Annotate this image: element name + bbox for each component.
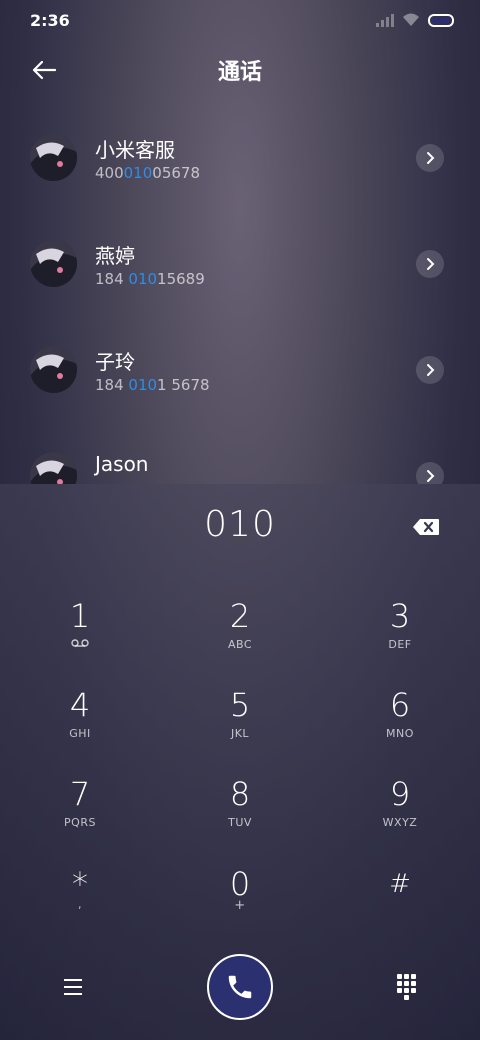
wifi-icon xyxy=(403,13,419,26)
key-4[interactable]: 4 GHI xyxy=(20,685,140,765)
contact-item[interactable]: 燕婷 184 01015689 xyxy=(0,210,480,316)
chevron-right-icon xyxy=(427,364,435,376)
key-7[interactable]: 7 PQRS xyxy=(20,774,140,854)
battery-icon xyxy=(428,13,454,27)
menu-icon xyxy=(64,979,82,981)
key-5[interactable]: 5 JKL xyxy=(180,685,300,765)
status-bar: 2:36 xyxy=(0,0,480,40)
menu-button[interactable] xyxy=(56,972,90,1002)
contact-number: 40001005678 xyxy=(95,164,200,182)
voicemail-icon xyxy=(71,639,89,647)
contact-item[interactable]: 小米客服 40001005678 xyxy=(0,104,480,210)
contact-number: 184 0101 5678 xyxy=(95,376,210,394)
contact-item[interactable]: 子玲 184 0101 5678 xyxy=(0,316,480,422)
backspace-icon[interactable] xyxy=(412,518,440,536)
chevron-right-icon xyxy=(427,470,435,482)
contact-number: 184 01015689 xyxy=(95,270,205,288)
phone-icon xyxy=(228,975,252,999)
page-title: 通话 xyxy=(217,60,262,85)
chevron-right-icon xyxy=(427,152,435,164)
key-9[interactable]: 9 WXYZ xyxy=(340,774,460,854)
key-star[interactable]: * , xyxy=(20,864,140,944)
bottom-bar xyxy=(0,952,480,1022)
avatar xyxy=(30,346,77,393)
contact-list: 小米客服 40001005678 燕婷 184 01015689 子玲 184 … xyxy=(0,104,480,484)
contact-detail-button[interactable] xyxy=(416,462,444,484)
avatar xyxy=(30,452,77,484)
contact-detail-button[interactable] xyxy=(416,356,444,384)
contact-name: 子玲 xyxy=(95,350,135,374)
key-0[interactable]: 0 + xyxy=(180,864,300,944)
header: 通话 xyxy=(0,40,480,100)
contact-detail-button[interactable] xyxy=(416,144,444,172)
key-1[interactable]: 1 xyxy=(20,596,140,676)
status-icons xyxy=(376,13,454,27)
avatar xyxy=(30,134,77,181)
keypad-toggle-button[interactable] xyxy=(388,970,424,1004)
call-button[interactable] xyxy=(207,954,273,1020)
key-hash[interactable]: # xyxy=(340,864,460,944)
status-time: 2:36 xyxy=(30,11,70,30)
signal-icon xyxy=(376,13,394,27)
chevron-right-icon xyxy=(427,258,435,270)
dial-input[interactable]: 010 xyxy=(0,504,480,545)
key-8[interactable]: 8 TUV xyxy=(180,774,300,854)
contact-name: 燕婷 xyxy=(95,244,135,268)
contact-item[interactable]: Jason xyxy=(0,422,480,484)
contact-name: Jason xyxy=(95,452,149,476)
keypad-grid-icon xyxy=(396,974,402,979)
key-6[interactable]: 6 MNO xyxy=(340,685,460,765)
contact-name: 小米客服 xyxy=(95,138,175,162)
contact-detail-button[interactable] xyxy=(416,250,444,278)
key-3[interactable]: 3 DEF xyxy=(340,596,460,676)
key-2[interactable]: 2 ABC xyxy=(180,596,300,676)
avatar xyxy=(30,240,77,287)
